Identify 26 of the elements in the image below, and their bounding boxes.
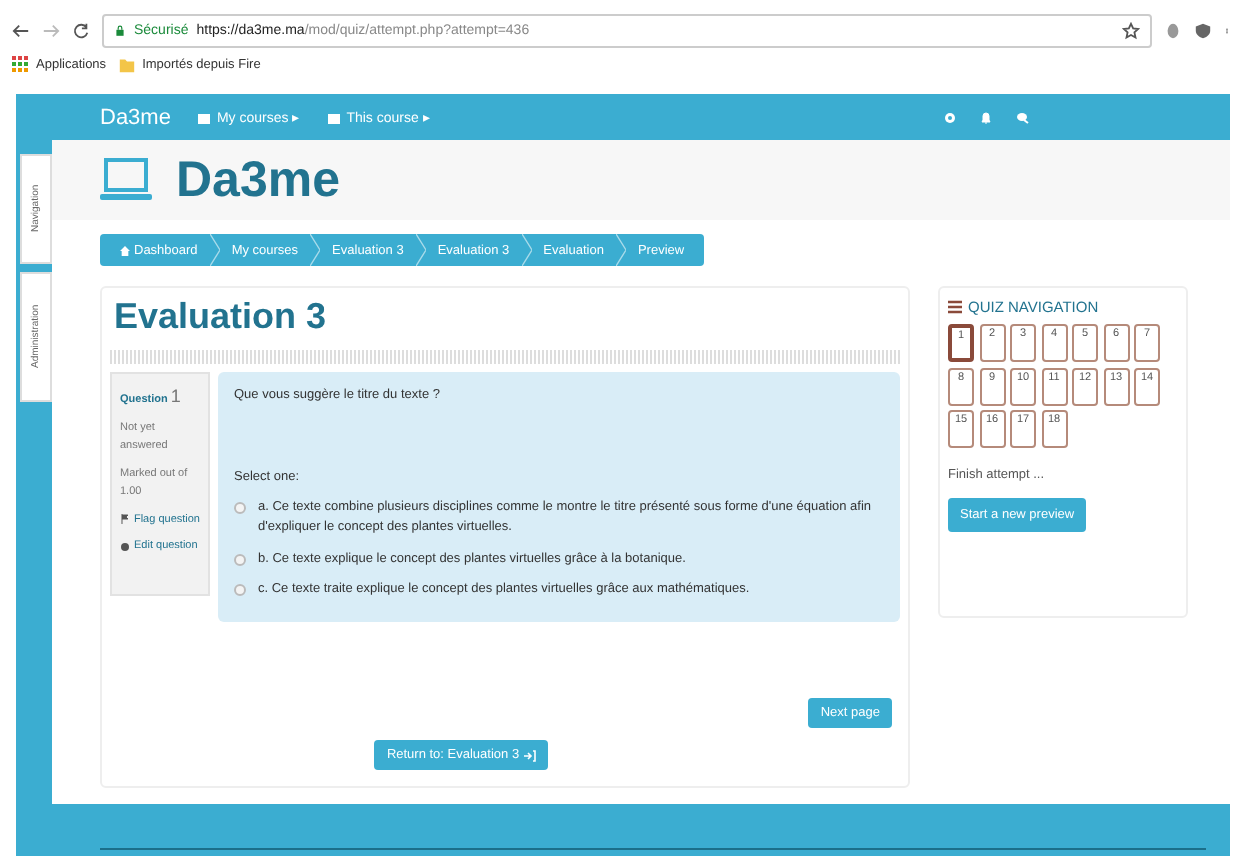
shield-icon[interactable]	[1194, 21, 1212, 39]
site-title: Da3me	[176, 151, 340, 209]
menu-icon	[948, 300, 962, 314]
apps-grid-icon[interactable]	[12, 56, 30, 74]
chevron-icon	[615, 234, 626, 266]
chevron-icon	[521, 234, 532, 266]
flag-icon	[120, 514, 130, 525]
bell-icon[interactable]	[980, 111, 992, 123]
chevron-icon	[310, 234, 321, 266]
page-title: Evaluation 3	[112, 296, 329, 340]
star-icon[interactable]	[1122, 21, 1140, 39]
radio-button[interactable]	[234, 584, 246, 597]
reload-icon[interactable]	[72, 21, 90, 39]
radio-button[interactable]	[234, 502, 246, 514]
chevron-icon	[209, 234, 220, 266]
lock-icon	[114, 21, 126, 39]
forward-icon[interactable]	[42, 21, 60, 39]
chevron-icon	[415, 234, 426, 266]
laptop-icon	[100, 156, 152, 204]
chat-icon[interactable]	[1016, 111, 1030, 123]
sign-in-icon	[523, 749, 536, 761]
back-icon[interactable]	[12, 21, 30, 39]
extension-icon[interactable]	[1164, 21, 1182, 39]
home-icon	[120, 245, 130, 255]
radio-button[interactable]	[234, 553, 246, 565]
folder-icon[interactable]	[118, 56, 137, 74]
